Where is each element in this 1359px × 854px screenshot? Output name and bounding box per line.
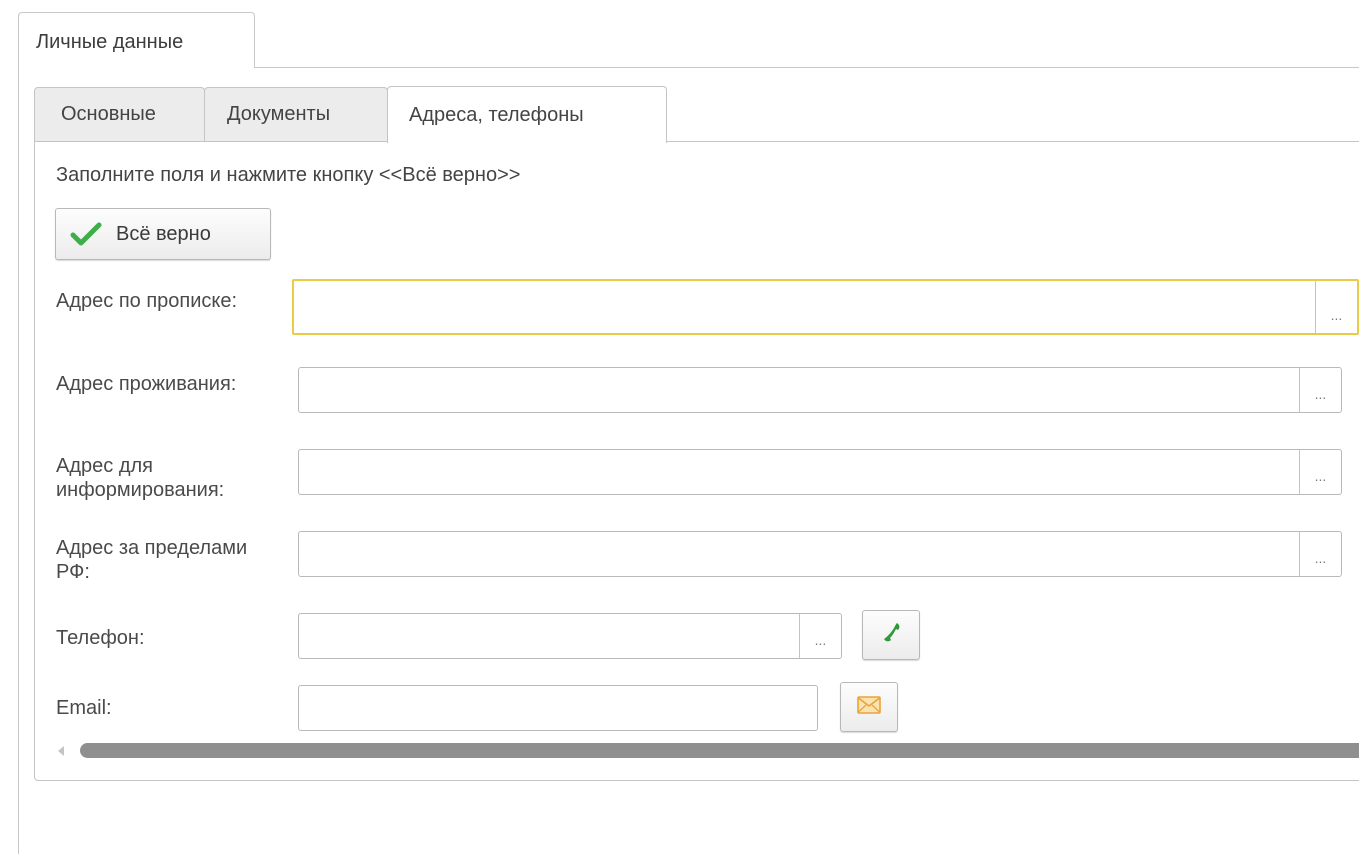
envelope-icon [857, 695, 881, 719]
phone-field[interactable]: ... [298, 613, 842, 659]
scroll-left-arrow-icon[interactable] [56, 744, 66, 756]
tab-personal-data[interactable]: Личные данные [18, 12, 255, 68]
tab-main-label: Основные [61, 103, 156, 125]
info-address-select-button[interactable]: ... [1299, 450, 1341, 494]
residence-address-label: Адрес проживания: [56, 373, 237, 395]
phone-select-button[interactable]: ... [799, 614, 841, 658]
email-input[interactable] [299, 686, 817, 730]
registration-address-label: Адрес по прописке: [56, 290, 238, 312]
inner-tab-bar: Основные Документы Адреса, телефоны [34, 86, 667, 143]
call-button[interactable] [862, 610, 920, 660]
email-label: Email: [56, 697, 112, 719]
info-address-label: Адрес для информирования: [56, 455, 225, 501]
email-field[interactable] [298, 685, 818, 731]
send-email-button[interactable] [840, 682, 898, 732]
residence-address-field[interactable]: ... [298, 367, 1342, 413]
tab-personal-data-label: Личные данные [36, 31, 184, 53]
registration-address-field[interactable]: ... [292, 279, 1359, 335]
info-address-field[interactable]: ... [298, 449, 1342, 495]
registration-address-select-button[interactable]: ... [1315, 281, 1357, 333]
residence-address-input[interactable] [299, 368, 1341, 412]
tab-addresses-phones[interactable]: Адреса, телефоны [387, 86, 667, 143]
phone-input[interactable] [299, 614, 841, 658]
outer-panel-border-left [18, 67, 19, 854]
tab-documents-label: Документы [227, 103, 331, 125]
registration-address-input[interactable] [294, 281, 1357, 333]
foreign-address-field[interactable]: ... [298, 531, 1342, 577]
all-correct-button[interactable]: Всё верно [55, 208, 271, 260]
residence-address-select-button[interactable]: ... [1299, 368, 1341, 412]
foreign-address-label: Адрес за пределами РФ: [56, 537, 248, 583]
outer-panel-border [254, 67, 1359, 68]
phone-icon [878, 620, 904, 651]
tab-main[interactable]: Основные [34, 87, 205, 142]
all-correct-button-label: Всё верно [116, 222, 211, 245]
tab-documents[interactable]: Документы [204, 87, 388, 142]
phone-label: Телефон: [56, 627, 145, 649]
tab-addresses-phones-label: Адреса, телефоны [409, 103, 584, 126]
instruction-text: Заполните поля и нажмите кнопку <<Всё ве… [56, 164, 521, 186]
foreign-address-input[interactable] [299, 532, 1341, 576]
info-address-input[interactable] [299, 450, 1341, 494]
check-icon [70, 222, 102, 246]
foreign-address-select-button[interactable]: ... [1299, 532, 1341, 576]
horizontal-scrollbar-thumb[interactable] [80, 743, 1359, 758]
